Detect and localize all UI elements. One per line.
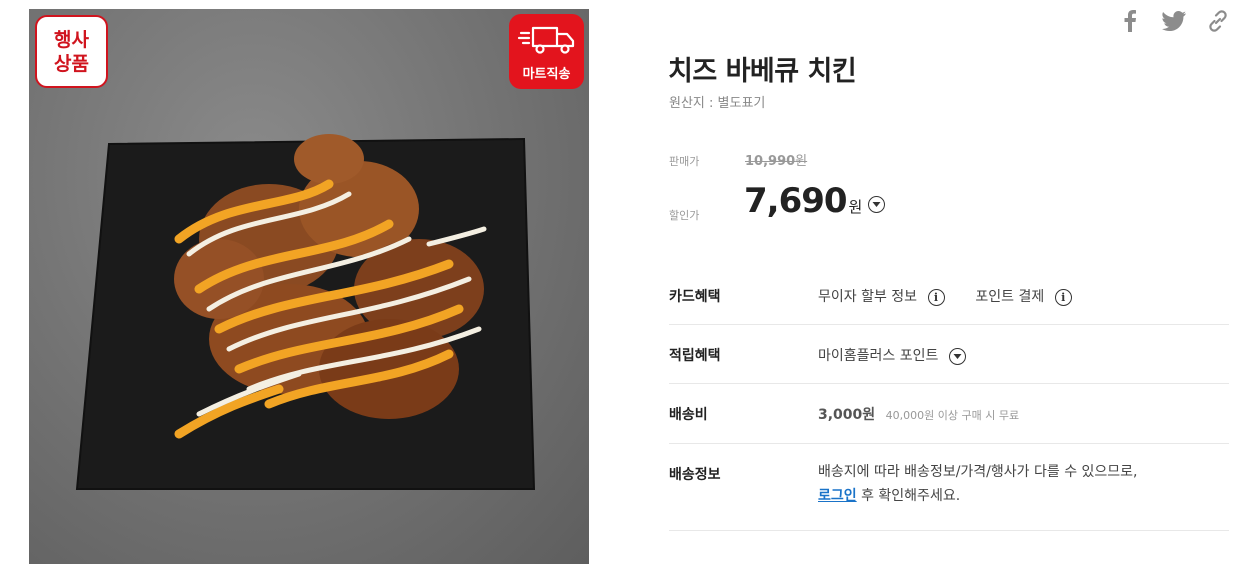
reward-benefit-value: 마이홈플러스 포인트 xyxy=(818,345,1229,383)
mart-delivery-label: 마트직송 xyxy=(522,67,571,82)
reward-benefit-row: 적립혜택 마이홈플러스 포인트 xyxy=(669,325,1229,384)
sale-price-label: 할인가 xyxy=(669,209,700,222)
reward-benefit-label: 적립혜택 xyxy=(669,348,721,364)
product-title: 치즈 바베큐 치킨 xyxy=(668,56,857,87)
original-price-value: 10,990 xyxy=(745,154,796,169)
sale-price: 7,690 원 xyxy=(744,181,886,221)
event-badge-line2: 상품 xyxy=(54,52,89,75)
original-price-unit: 원 xyxy=(795,154,808,169)
link-icon[interactable] xyxy=(1205,8,1231,34)
point-payment-label: 포인트 결제 xyxy=(975,289,1045,305)
event-badge: 행사 상품 xyxy=(35,15,108,88)
shipping-info-value: 배송지에 따라 배송정보/가격/행사가 다를 수 있으므로, 로그인 후 확인해… xyxy=(818,460,1229,530)
shipping-fee-price: 3,000원 xyxy=(818,407,876,423)
card-benefit-row: 카드혜택 무이자 할부 정보 i 포인트 결제 i xyxy=(669,266,1229,325)
card-benefit-label: 카드혜택 xyxy=(669,289,721,305)
shipping-info-line2-rest: 후 확인해주세요. xyxy=(856,488,961,504)
chicken-photo xyxy=(75,134,536,490)
myhomeplus-point-label: 마이홈플러스 포인트 xyxy=(818,348,939,364)
shipping-fee-row: 배송비 3,000원 40,000원 이상 구매 시 무료 xyxy=(669,384,1229,444)
twitter-icon[interactable] xyxy=(1161,8,1187,34)
chevron-down-icon xyxy=(953,353,962,359)
chevron-down-icon xyxy=(872,201,881,207)
event-badge-line1: 행사 xyxy=(54,28,89,51)
shipping-info-row: 배송정보 배송지에 따라 배송정보/가격/행사가 다를 수 있으므로, 로그인 … xyxy=(669,444,1229,531)
card-benefit-value: 무이자 할부 정보 i 포인트 결제 i xyxy=(818,286,1229,324)
mart-delivery-badge: 마트직송 xyxy=(509,14,584,89)
product-image: 행사 상품 마트직송 xyxy=(29,9,589,564)
shipping-info-line1: 배송지에 따라 배송정보/가격/행사가 다를 수 있으므로, xyxy=(818,464,1138,480)
sale-price-value: 7,690 xyxy=(744,181,848,221)
installment-info-icon[interactable]: i xyxy=(927,288,945,306)
truck-icon xyxy=(517,26,575,54)
free-shipping-note: 40,000원 이상 구매 시 무료 xyxy=(885,409,1020,422)
facebook-icon[interactable] xyxy=(1117,8,1143,34)
price-detail-toggle-button[interactable] xyxy=(868,195,886,213)
original-price-label: 판매가 xyxy=(669,155,700,168)
shipping-fee-label: 배송비 xyxy=(669,407,708,423)
share-bar xyxy=(1117,8,1231,34)
installment-info-label: 무이자 할부 정보 xyxy=(818,289,918,305)
shipping-info-label: 배송정보 xyxy=(669,467,721,483)
benefits-table: 카드혜택 무이자 할부 정보 i 포인트 결제 i 적립혜택 마이홈플러스 포인… xyxy=(669,266,1229,531)
shipping-info-line2: 로그인 후 확인해주세요. xyxy=(818,484,1229,508)
sale-price-unit: 원 xyxy=(848,198,863,216)
original-price: 10,990원 xyxy=(745,150,807,169)
reward-toggle-button[interactable] xyxy=(948,347,966,365)
shipping-fee-value: 3,000원 40,000원 이상 구매 시 무료 xyxy=(818,404,1229,443)
origin-text: 원산지 : 별도표기 xyxy=(669,96,766,111)
point-payment-info-icon[interactable]: i xyxy=(1054,288,1072,306)
login-link[interactable]: 로그인 xyxy=(818,488,857,504)
